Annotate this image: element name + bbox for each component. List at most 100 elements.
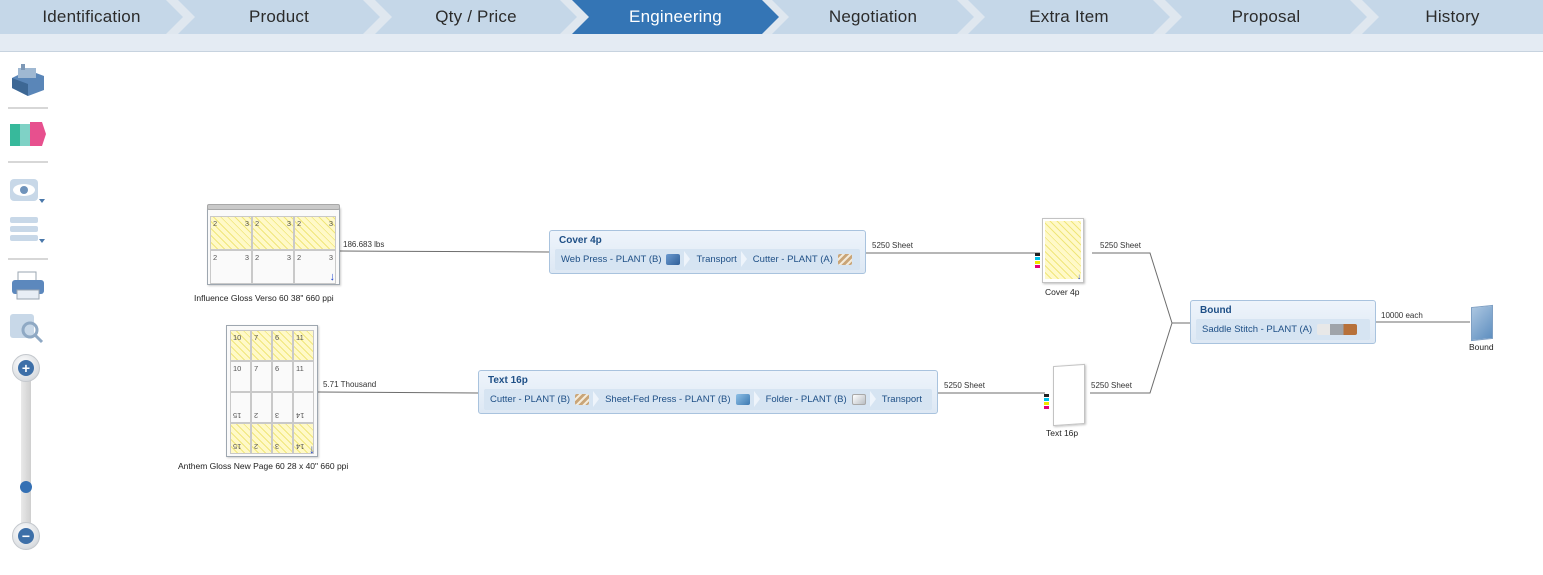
step-bound[interactable]: Bound Saddle Stitch - PLANT (A) [1190, 300, 1376, 344]
toolbar-divider [8, 107, 48, 109]
operation-row: Cutter - PLANT (B) Sheet-Fed Press - PLA… [484, 389, 932, 410]
tab-product[interactable]: Product [178, 0, 380, 34]
left-toolbar: + − [0, 52, 60, 575]
operation-row: Saddle Stitch - PLANT (A) [1196, 319, 1370, 340]
component-cover-page-icon[interactable]: ↓ [1042, 218, 1084, 283]
color-bar-magenta [1044, 406, 1049, 409]
toolbar-divider [8, 161, 48, 163]
stock-quantity: 186.683 lbs [343, 240, 385, 249]
imposition-cell: 10 [230, 361, 251, 392]
zoom-out-button[interactable]: − [12, 522, 40, 550]
step-output-qty: 5250 Sheet [944, 381, 985, 390]
operation-transport[interactable]: Transport [869, 389, 932, 410]
color-bar-yellow [1035, 261, 1040, 264]
color-bar-yellow [1044, 402, 1049, 405]
step-cover-4p[interactable]: Cover 4p Web Press - PLANT (B) Transport… [549, 230, 866, 274]
printer-icon[interactable] [8, 268, 48, 304]
zoom-slider-handle[interactable] [20, 481, 32, 493]
imposition-cell: 2 [251, 392, 272, 423]
component-caption: Cover 4p [1045, 287, 1080, 297]
imposition-cell: 23 [294, 216, 336, 250]
imposition-cell: 23 [210, 250, 252, 284]
component-caption: Bound [1469, 342, 1494, 352]
imposition-cell: 23 [252, 250, 294, 284]
imposition-cell: 23 [210, 216, 252, 250]
stock-caption: Anthem Gloss New Page 60 28 x 40" 660 pp… [178, 461, 349, 471]
imposition-cell: 11 [293, 330, 314, 361]
component-text-page-icon[interactable] [1053, 363, 1085, 427]
list-layout-icon[interactable] [8, 211, 48, 247]
tab-identification[interactable]: Identification [0, 0, 183, 34]
stock-quantity: 5.71 Thousand [323, 380, 377, 389]
cutter-icon [837, 254, 852, 265]
imposition-cell: 6 [272, 361, 293, 392]
toolbar-divider [8, 258, 48, 260]
imposition-cell: 2 [251, 423, 272, 454]
cutter-icon [575, 394, 590, 405]
tab-negotiation[interactable]: Negotiation [772, 0, 974, 34]
imposition-cell: 7 [251, 361, 272, 392]
stock-sheet-top[interactable]: 23 23 23 23 23 23 ↓ [207, 204, 340, 285]
imposition-cell: 10 [230, 330, 251, 361]
imposition-cell: 15 [230, 423, 251, 454]
roll-edge [207, 204, 340, 210]
imposition-cell: 14 [293, 392, 314, 423]
imposition-cell: 3 [272, 392, 293, 423]
folder-icon [851, 394, 866, 405]
stock-caption: Influence Gloss Verso 60 38" 660 ppi [194, 293, 334, 303]
imposition-cell: 11 [293, 361, 314, 392]
operation-row: Web Press - PLANT (B) Transport Cutter -… [555, 249, 860, 270]
zoom-in-button[interactable]: + [12, 354, 40, 382]
engineering-canvas: 23 23 23 23 23 23 ↓ Influence Gloss Vers… [0, 52, 1543, 575]
operation-saddle-stitch[interactable]: Saddle Stitch - PLANT (A) [1196, 319, 1367, 340]
grain-arrow-icon: ↓ [1077, 272, 1081, 281]
component-caption: Text 16p [1046, 428, 1079, 438]
stock-sheet-bottom[interactable]: 10 7 6 11 10 7 6 11 15 2 3 14 15 2 3 14 … [226, 325, 318, 457]
operation-cutter[interactable]: Cutter - PLANT (A) [740, 249, 862, 270]
step-output-qty: 10000 each [1381, 311, 1423, 320]
color-bar-black [1035, 253, 1040, 256]
press-icon [666, 254, 681, 265]
view-eye-icon[interactable] [8, 173, 48, 209]
step-title: Bound [1200, 305, 1232, 316]
step-title: Cover 4p [559, 235, 602, 246]
zoom-search-icon[interactable] [8, 310, 48, 346]
connector-stock2-text [317, 391, 479, 394]
component-output-qty: 5250 Sheet [1091, 381, 1132, 390]
color-bar-cyan [1035, 257, 1040, 260]
operation-web-press[interactable]: Web Press - PLANT (B) [555, 249, 690, 270]
stitch-icon [1317, 324, 1358, 335]
step-text-16p[interactable]: Text 16p Cutter - PLANT (B) Sheet-Fed Pr… [478, 370, 938, 414]
imposition-cell: 7 [251, 330, 272, 361]
tab-engineering[interactable]: Engineering [572, 0, 779, 34]
imposition-cell: 15 [230, 392, 251, 423]
tab-qty-price[interactable]: Qty / Price [375, 0, 577, 34]
operation-cutter[interactable]: Cutter - PLANT (B) [484, 389, 599, 410]
grain-arrow-icon: ↓ [309, 442, 315, 456]
step-tab-bar: Identification Product Qty / Price Engin… [0, 0, 1543, 34]
imposition-cell: 3 [272, 423, 293, 454]
color-bar-cyan [1044, 398, 1049, 401]
grain-arrow-icon: ↓ [329, 271, 336, 283]
bound-book-icon[interactable] [1471, 304, 1493, 342]
page-content [1045, 221, 1081, 279]
imposition-cell: 6 [272, 330, 293, 361]
tab-extra-item[interactable]: Extra Item [968, 0, 1170, 34]
operation-transport[interactable]: Transport [684, 249, 746, 270]
press-icon [735, 394, 750, 405]
imposition-cell: 23 [252, 216, 294, 250]
color-swatch-icon[interactable] [8, 116, 48, 152]
step-title: Text 16p [488, 375, 528, 386]
color-bar-magenta [1035, 265, 1040, 268]
operation-sheet-fed-press[interactable]: Sheet-Fed Press - PLANT (B) [593, 389, 759, 410]
step-output-qty: 5250 Sheet [872, 241, 913, 250]
sub-header-bar [0, 34, 1543, 52]
zoom-slider-track[interactable] [21, 357, 31, 527]
connector-stock1-cover [339, 250, 550, 253]
connector-cover-bound [1092, 252, 1190, 324]
operation-folder[interactable]: Folder - PLANT (B) [753, 389, 876, 410]
component-output-qty: 5250 Sheet [1100, 241, 1141, 250]
tab-history[interactable]: History [1362, 0, 1543, 34]
plant-icon[interactable] [8, 62, 48, 98]
tab-proposal[interactable]: Proposal [1165, 0, 1367, 34]
